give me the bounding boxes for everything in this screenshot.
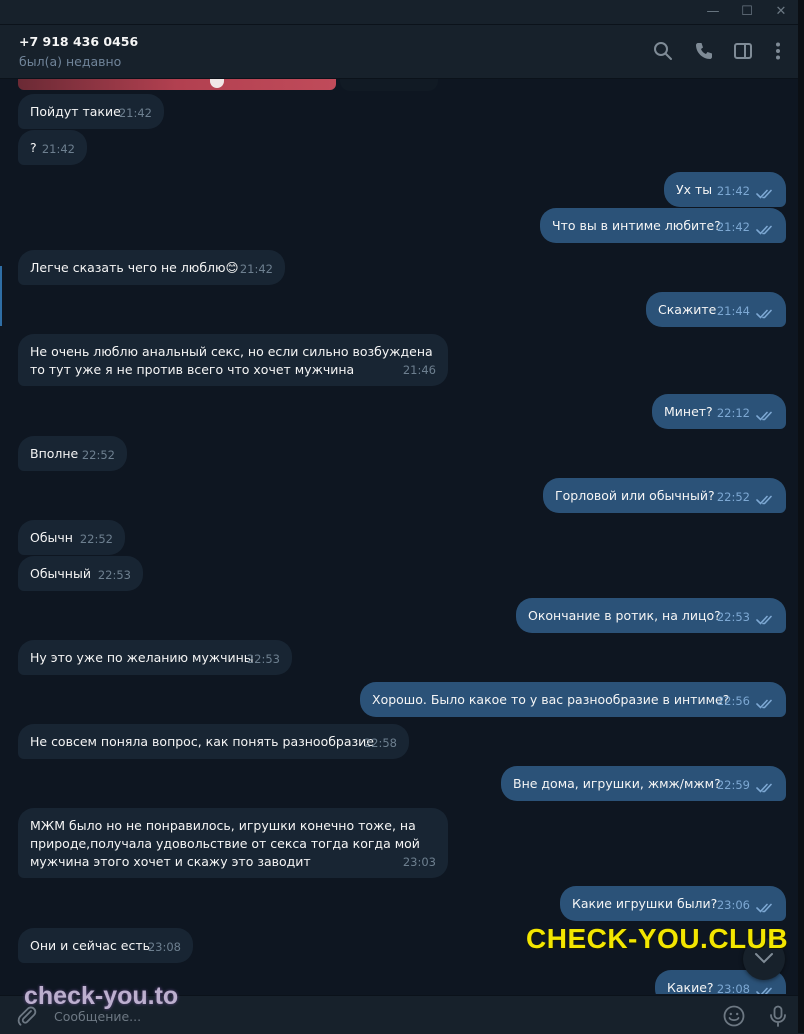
message-list[interactable]: Пойдут такие 21:42 ? 21:42 Ух ты 21:42 Ч…: [0, 79, 798, 994]
message-time: 21:42: [41, 142, 75, 156]
message-bubble-incoming[interactable]: Пойдут такие 21:42: [18, 94, 164, 129]
message-time: 23:08: [716, 982, 750, 994]
microphone-icon[interactable]: [766, 1004, 790, 1028]
double-check-icon: [756, 493, 776, 505]
message-text: Горловой или обычный?: [555, 488, 715, 503]
phone-icon[interactable]: [693, 40, 715, 62]
message-time: 21:42: [716, 220, 750, 234]
message-text: Не очень люблю анальный секс, но если си…: [30, 344, 433, 377]
message-text: Обычный: [30, 566, 91, 581]
message-bubble-incoming[interactable]: Они и сейчас есть 23:08: [18, 928, 193, 963]
message-text: Не совсем поняла вопрос, как понять разн…: [30, 734, 374, 749]
watermark-text: check-you.to: [24, 982, 179, 1010]
message-bubble-outgoing[interactable]: Вне дома, игрушки, жмж/мжм? 22:59: [501, 766, 786, 801]
message-time: 21:42: [118, 106, 152, 120]
contact-status: был(а) недавно: [19, 54, 122, 69]
message-text: Минет?: [664, 404, 713, 419]
message-text: Обычн: [30, 530, 73, 545]
message-text: Что вы в интиме любите?: [552, 218, 721, 233]
maximize-button[interactable]: ☐: [732, 2, 762, 22]
minimize-button[interactable]: —: [698, 2, 728, 22]
message-time: 21:42: [716, 184, 750, 198]
message-bubble-incoming[interactable]: Вполне 22:52: [18, 436, 127, 471]
message-time: 22:53: [246, 652, 280, 666]
message-time: 22:53: [716, 610, 750, 624]
double-check-icon: [756, 187, 776, 199]
message-text: Ну это уже по желанию мужчины: [30, 650, 254, 665]
message-bubble-outgoing[interactable]: Горловой или обычный? 22:52: [543, 478, 786, 513]
message-text: Какие игрушки были?: [572, 896, 718, 911]
message-bubble-outgoing[interactable]: Минет? 22:12: [652, 394, 786, 429]
double-check-icon: [756, 985, 776, 994]
message-time: 21:42: [239, 262, 273, 276]
message-time: 22:53: [97, 568, 131, 582]
contact-name[interactable]: +7 918 436 0456: [19, 34, 138, 49]
message-text: Окончание в ротик, на лицо?: [528, 608, 721, 623]
double-check-icon: [756, 307, 776, 319]
photo-message[interactable]: [18, 79, 336, 90]
window-titlebar: — ☐ ✕: [0, 0, 804, 25]
double-check-icon: [756, 223, 776, 235]
message-time: 23:03: [402, 855, 436, 869]
message-text: Они и сейчас есть: [30, 938, 150, 953]
message-bubble-outgoing[interactable]: Ух ты 21:42: [664, 172, 786, 207]
double-check-icon: [756, 409, 776, 421]
double-check-icon: [756, 901, 776, 913]
message-time: 22:56: [716, 694, 750, 708]
message-bubble-incoming[interactable]: МЖМ было но не понравилось, игрушки коне…: [18, 808, 448, 878]
message-text: МЖМ было но не понравилось, игрушки коне…: [30, 818, 420, 869]
message-bubble-incoming[interactable]: Не очень люблю анальный секс, но если си…: [18, 334, 448, 386]
message-text: ?: [30, 140, 37, 155]
message-bubble-incoming[interactable]: Легче сказать чего не люблю😊 21:42: [18, 250, 285, 285]
message-time: 21:46: [402, 363, 436, 377]
message-time: 22:59: [716, 778, 750, 792]
window-edge-accent: [0, 266, 2, 326]
message-bubble-outgoing[interactable]: Скажите 21:44: [646, 292, 786, 327]
message-time: 23:06: [716, 898, 750, 912]
message-text: Легче сказать чего не люблю😊: [30, 260, 239, 275]
sidebar-toggle-icon[interactable]: [732, 40, 754, 62]
message-bubble-incoming[interactable]: Обычный 22:53: [18, 556, 143, 591]
chat-header[interactable]: +7 918 436 0456 был(а) недавно: [0, 25, 798, 79]
double-check-icon: [756, 781, 776, 793]
close-button[interactable]: ✕: [766, 2, 796, 22]
message-bubble-outgoing[interactable]: Какие игрушки были? 23:06: [560, 886, 786, 921]
search-icon[interactable]: [652, 40, 674, 62]
photo-message[interactable]: [340, 79, 438, 91]
emoji-icon[interactable]: [722, 1004, 746, 1028]
message-text: Какие?: [667, 980, 714, 994]
double-check-icon: [756, 697, 776, 709]
message-time: 22:52: [81, 448, 115, 462]
message-bubble-incoming[interactable]: Ну это уже по желанию мужчины 22:53: [18, 640, 292, 675]
message-text: Вне дома, игрушки, жмж/мжм?: [513, 776, 721, 791]
message-time: 22:58: [363, 736, 397, 750]
message-bubble-incoming[interactable]: Обычн 22:52: [18, 520, 125, 555]
message-bubble-outgoing[interactable]: Хорошо. Было какое то у вас разнообразие…: [360, 682, 786, 717]
double-check-icon: [756, 613, 776, 625]
message-time: 22:12: [716, 406, 750, 420]
message-bubble-incoming[interactable]: Не совсем поняла вопрос, как понять разн…: [18, 724, 409, 759]
window-edge: [798, 0, 804, 1033]
message-text: Пойдут такие: [30, 104, 121, 119]
message-time: 22:52: [716, 490, 750, 504]
message-bubble-incoming[interactable]: ? 21:42: [18, 130, 87, 165]
message-text: Хорошо. Было какое то у вас разнообразие…: [372, 692, 730, 707]
message-bubble-outgoing[interactable]: Окончание в ротик, на лицо? 22:53: [516, 598, 786, 633]
message-text: Скажите: [658, 302, 717, 317]
message-time: 21:44: [716, 304, 750, 318]
message-time: 23:08: [147, 940, 181, 954]
message-text: Вполне: [30, 446, 79, 461]
message-text: Ух ты: [676, 182, 713, 197]
more-icon[interactable]: [767, 40, 789, 62]
message-time: 22:52: [79, 532, 113, 546]
message-bubble-outgoing[interactable]: Что вы в интиме любите? 21:42: [540, 208, 786, 243]
watermark-text: CHECK-YOU.CLUB: [526, 923, 789, 954]
